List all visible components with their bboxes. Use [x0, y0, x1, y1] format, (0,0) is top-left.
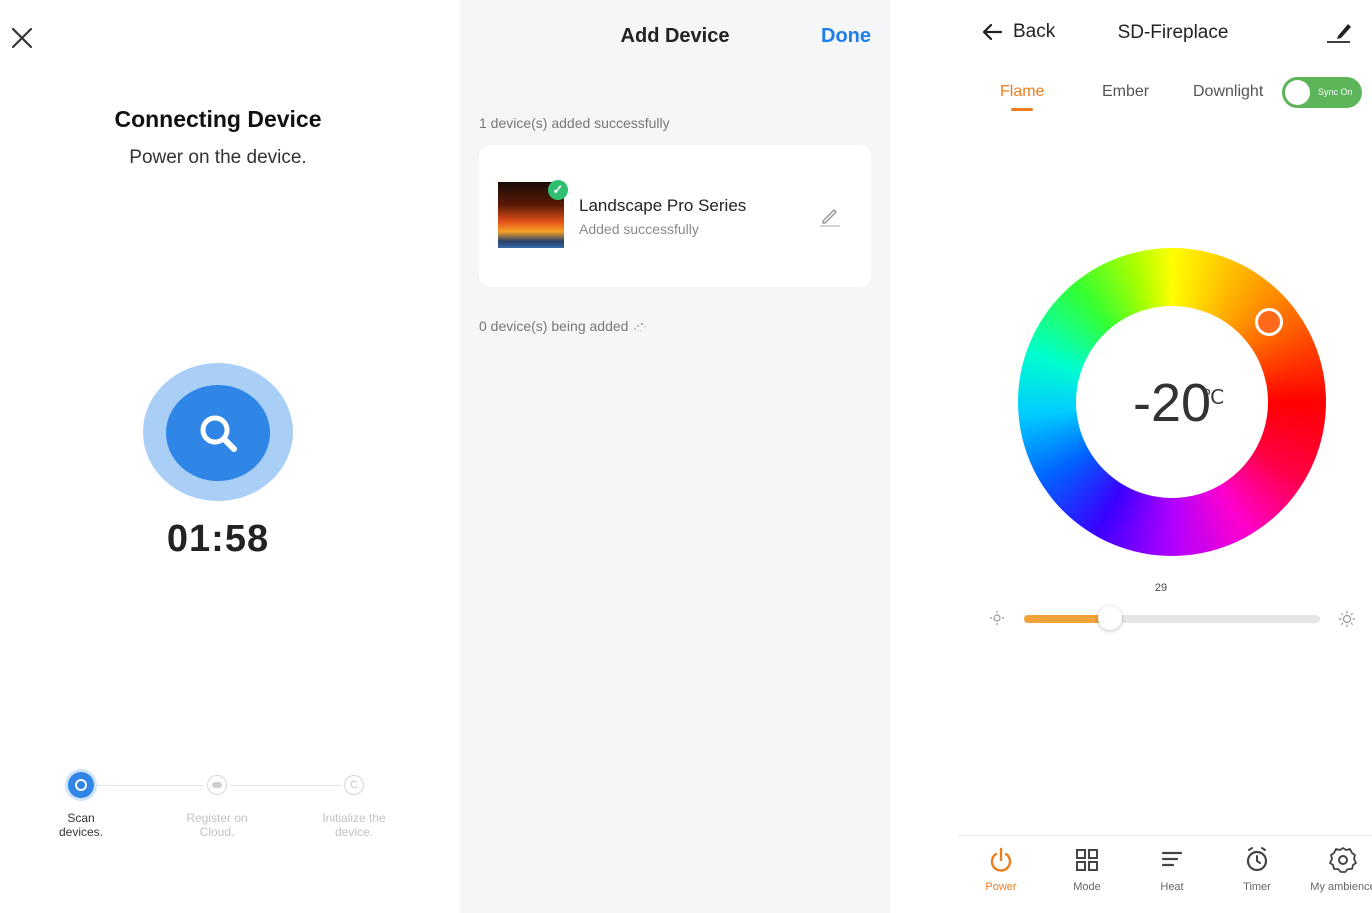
nav-power[interactable]: Power	[959, 845, 1043, 893]
temperature-unit: ℃	[1202, 387, 1225, 409]
timer-icon	[1246, 847, 1268, 872]
device-status: Added successfully	[579, 221, 699, 237]
arrow-left-icon	[982, 23, 1003, 41]
mode-grid-icon	[1076, 849, 1098, 871]
brightness-high-icon	[1339, 611, 1355, 627]
check-icon: ✓	[548, 180, 568, 200]
nav-label: Power	[985, 881, 1017, 893]
brightness-slider[interactable]	[1024, 606, 1320, 630]
device-name: Landscape Pro Series	[579, 196, 747, 215]
nav-label: Mode	[1073, 881, 1101, 893]
step-initialize-label: Initialize the device.	[322, 811, 386, 839]
countdown-timer: 01:58	[166, 518, 270, 560]
page-title: Connecting Device	[114, 106, 322, 132]
step-scan-indicator	[68, 772, 94, 798]
brightness-thumb[interactable]	[1097, 606, 1122, 630]
done-button[interactable]: Done	[821, 25, 871, 48]
nav-my-ambience[interactable]: My ambience	[1301, 845, 1372, 893]
page-subtitle: Power on the device.	[129, 147, 307, 168]
close-icon[interactable]	[10, 26, 34, 50]
sync-label: Sync On	[1318, 87, 1353, 97]
device-card[interactable]: ✓ Landscape Pro Series Added successfull…	[479, 145, 871, 287]
fireplace-control-screen: Back SD-Fireplace Flame Ember Downlight …	[958, 0, 1372, 913]
edit-icon[interactable]	[819, 205, 841, 227]
back-button[interactable]: Back	[981, 21, 1055, 43]
gear-icon	[1329, 847, 1357, 873]
nav-label: Heat	[1160, 881, 1184, 893]
nav-mode[interactable]: Mode	[1045, 845, 1129, 893]
step-register-label: Register on Cloud.	[186, 811, 248, 839]
tab-downlight[interactable]: Downlight	[1193, 83, 1263, 101]
sync-toggle[interactable]: Sync On	[1282, 77, 1362, 108]
brightness-fill	[1024, 615, 1110, 623]
step-scan-label: Scan devices.	[58, 811, 104, 839]
loading-spinner-icon	[634, 323, 647, 333]
nav-label: My ambience	[1310, 881, 1372, 893]
search-icon	[200, 415, 237, 452]
search-indicator	[166, 385, 270, 481]
color-wheel-handle[interactable]	[1255, 308, 1283, 336]
brightness-low-icon	[990, 611, 1004, 625]
active-tab-indicator	[1011, 108, 1033, 111]
add-device-screen: Add Device Done 1 device(s) added succes…	[460, 0, 890, 913]
initialize-icon: C	[344, 775, 364, 795]
step-connector	[96, 785, 204, 786]
tab-flame[interactable]: Flame	[1000, 83, 1044, 101]
step-connector	[230, 785, 342, 786]
edit-name-icon[interactable]	[1326, 20, 1352, 44]
added-summary: 1 device(s) added successfully	[479, 115, 670, 131]
back-label: Back	[1013, 21, 1056, 42]
device-title: SD-Fireplace	[1117, 22, 1229, 43]
bottom-nav-divider	[958, 835, 1372, 836]
nav-label: Timer	[1243, 881, 1271, 893]
connecting-device-screen: Connecting Device Power on the device. 0…	[0, 0, 445, 913]
brightness-value: 29	[1154, 582, 1168, 594]
toggle-knob	[1285, 80, 1310, 105]
tab-ember[interactable]: Ember	[1102, 83, 1149, 101]
pending-summary: 0 device(s) being added	[479, 318, 648, 334]
heat-icon	[1161, 851, 1183, 867]
temperature-value: -20	[1132, 373, 1212, 433]
nav-heat[interactable]: Heat	[1130, 845, 1214, 893]
power-icon	[990, 847, 1012, 872]
cloud-icon	[207, 775, 227, 795]
nav-timer[interactable]: Timer	[1215, 845, 1299, 893]
